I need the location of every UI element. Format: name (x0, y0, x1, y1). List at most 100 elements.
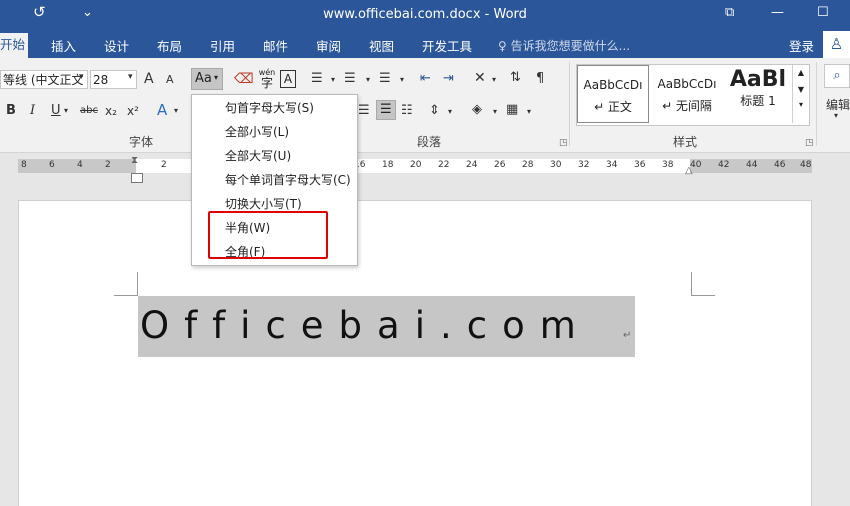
change-case-button[interactable]: Aa ▾ (191, 68, 223, 90)
multilevel-dropdown-icon[interactable]: ▾ (400, 75, 404, 84)
paragraph-mark: ↵ (623, 330, 632, 341)
increase-indent-icon[interactable]: ⇥ (443, 71, 454, 86)
style-no-spacing[interactable]: AaBbCcDı ↵ 无间隔 (651, 65, 723, 123)
tab-view[interactable]: 视图 (369, 36, 394, 55)
menu-item-toggle-case[interactable]: 切换大小写(T) (225, 195, 302, 212)
login-link[interactable]: 登录 (789, 36, 814, 55)
numbering-dropdown-icon[interactable]: ▾ (366, 75, 370, 84)
multilevel-list-icon[interactable]: ☰ (379, 71, 391, 86)
phonetic-guide-button[interactable]: wén 字 (257, 68, 277, 92)
character-border-icon[interactable]: A (280, 70, 296, 88)
tab-insert[interactable]: 插入 (51, 36, 76, 55)
shading-icon[interactable]: ◈ (472, 102, 482, 117)
selected-text[interactable]: Officebai.com ↵ (138, 296, 635, 357)
text-effects-icon[interactable]: A (157, 101, 167, 119)
sort-icon[interactable]: ⇅ (510, 70, 521, 85)
document-text: Officebai.com (140, 304, 591, 347)
ruler-number: 48 (800, 160, 812, 170)
title-bar: ↺ ⌄ www.officebai.com.docx - Word ⧉ — ☐ (0, 0, 850, 31)
borders-icon[interactable]: ▦ (506, 102, 518, 117)
first-line-indent-icon[interactable]: ⧗ (131, 155, 138, 166)
line-spacing-icon[interactable]: ⇕ (429, 103, 440, 118)
phonetic-guide-bottom: 字 (260, 76, 273, 90)
font-name-combo[interactable]: 等线 (中文正文 (0, 70, 88, 89)
styles-dialog-launcher-icon[interactable]: ◳ (805, 138, 814, 148)
find-icon[interactable]: ⌕ (824, 64, 850, 88)
line-spacing-dropdown-icon[interactable]: ▾ (448, 107, 452, 116)
chevron-down-icon: ▾ (214, 73, 219, 82)
gallery-up-icon[interactable]: ▲ (793, 68, 809, 77)
ruler-number: 22 (438, 160, 450, 170)
ruler-number: 26 (494, 160, 506, 170)
menu-item-sentence-case[interactable]: 句首字母大写(S) (225, 99, 314, 116)
grow-font-icon[interactable]: A (144, 71, 154, 87)
chinese-layout-icon[interactable]: ✕ (474, 70, 486, 86)
clear-formatting-icon[interactable]: ⌫ (234, 71, 254, 87)
tab-developer[interactable]: 开发工具 (422, 36, 472, 55)
gallery-more-icon[interactable]: ▾ (793, 100, 809, 109)
tab-references[interactable]: 引用 (210, 36, 235, 55)
ruler-number: 32 (578, 160, 590, 170)
tab-home[interactable]: 开始 (0, 33, 29, 58)
gallery-down-icon[interactable]: ▼ (793, 85, 809, 94)
ribbon-tabs: 开始 插入 设计 布局 引用 邮件 审阅 视图 开发工具 ♀ 告诉我您想要做什么… (0, 31, 850, 58)
style-preview: AaBl (729, 67, 787, 92)
justify-button[interactable]: ☰ (376, 100, 396, 120)
bold-button[interactable]: B (6, 103, 16, 118)
ruler-number: 38 (662, 160, 674, 170)
font-size-dropdown-icon[interactable]: ▾ (128, 72, 133, 82)
tell-me-search[interactable]: ♀ 告诉我您想要做什么... (498, 37, 630, 54)
shading-dropdown-icon[interactable]: ▾ (493, 107, 497, 116)
tab-review[interactable]: 审阅 (316, 36, 341, 55)
bullets-dropdown-icon[interactable]: ▾ (331, 75, 335, 84)
gallery-scroll[interactable]: ▲ ▼ ▾ (792, 65, 809, 123)
editing-dropdown-icon[interactable]: ▾ (834, 111, 838, 120)
style-heading-1[interactable]: AaBl 标题 1 (725, 65, 791, 123)
ribbon: 等线 (中文正文 ▾ 28 ▾ A A Aa ▾ ⌫ wén 字 A B I U… (0, 58, 850, 153)
share-icon[interactable]: ♙ (823, 31, 850, 58)
menu-item-capitalize-each-word[interactable]: 每个单词首字母大写(C) (225, 171, 351, 188)
menu-item-lowercase[interactable]: 全部小写(L) (225, 123, 289, 140)
ruler-number: 30 (550, 160, 562, 170)
tell-me-placeholder: 告诉我您想要做什么... (510, 39, 631, 53)
paragraph-dialog-launcher-icon[interactable]: ◳ (559, 138, 568, 148)
menu-item-uppercase[interactable]: 全部大写(U) (225, 147, 291, 164)
borders-dropdown-icon[interactable]: ▾ (527, 107, 531, 116)
tab-mailings[interactable]: 邮件 (263, 36, 288, 55)
ruler-number: 20 (410, 160, 422, 170)
tab-design[interactable]: 设计 (104, 36, 129, 55)
chinese-layout-dropdown-icon[interactable]: ▾ (492, 75, 496, 84)
highlight-annotation-box (208, 211, 328, 259)
superscript-button[interactable]: x² (127, 104, 139, 118)
justify-icon: ☰ (380, 102, 392, 117)
ruler-number: 34 (606, 160, 618, 170)
shrink-font-icon[interactable]: A (166, 73, 174, 86)
margin-corner-mark (137, 272, 138, 296)
distributed-icon[interactable]: ☷ (401, 103, 413, 118)
subscript-button[interactable]: x₂ (105, 104, 117, 118)
ruler-number: 2 (105, 160, 111, 170)
right-indent-icon[interactable]: △ (685, 165, 693, 176)
style-normal[interactable]: AaBbCcDı ↵ 正文 (577, 65, 649, 123)
underline-button[interactable]: U (51, 103, 61, 118)
show-marks-icon[interactable]: ¶ (536, 71, 544, 86)
bullets-icon[interactable]: ☰ (311, 71, 323, 86)
ribbon-display-options-icon[interactable]: ⧉ (725, 5, 734, 20)
left-indent-icon[interactable] (131, 173, 143, 183)
underline-dropdown-icon[interactable]: ▾ (64, 106, 68, 115)
maximize-icon[interactable]: ☐ (817, 5, 829, 20)
group-divider (816, 62, 817, 146)
ruler-number: 42 (718, 160, 730, 170)
strikethrough-button[interactable]: abc (80, 105, 98, 116)
numbering-icon[interactable]: ☰ (344, 71, 356, 86)
style-name: ↵ 无间隔 (662, 99, 712, 113)
text-effects-dropdown-icon[interactable]: ▾ (174, 106, 178, 115)
change-case-icon: Aa (195, 71, 212, 86)
tab-layout[interactable]: 布局 (157, 36, 182, 55)
minimize-icon[interactable]: — (771, 5, 784, 20)
italic-button[interactable]: I (30, 103, 35, 118)
decrease-indent-icon[interactable]: ⇤ (420, 71, 431, 86)
font-name-dropdown-icon[interactable]: ▾ (79, 72, 84, 82)
align-right-icon[interactable]: ☰ (358, 103, 370, 118)
style-preview: AaBbCcDı (657, 77, 717, 91)
